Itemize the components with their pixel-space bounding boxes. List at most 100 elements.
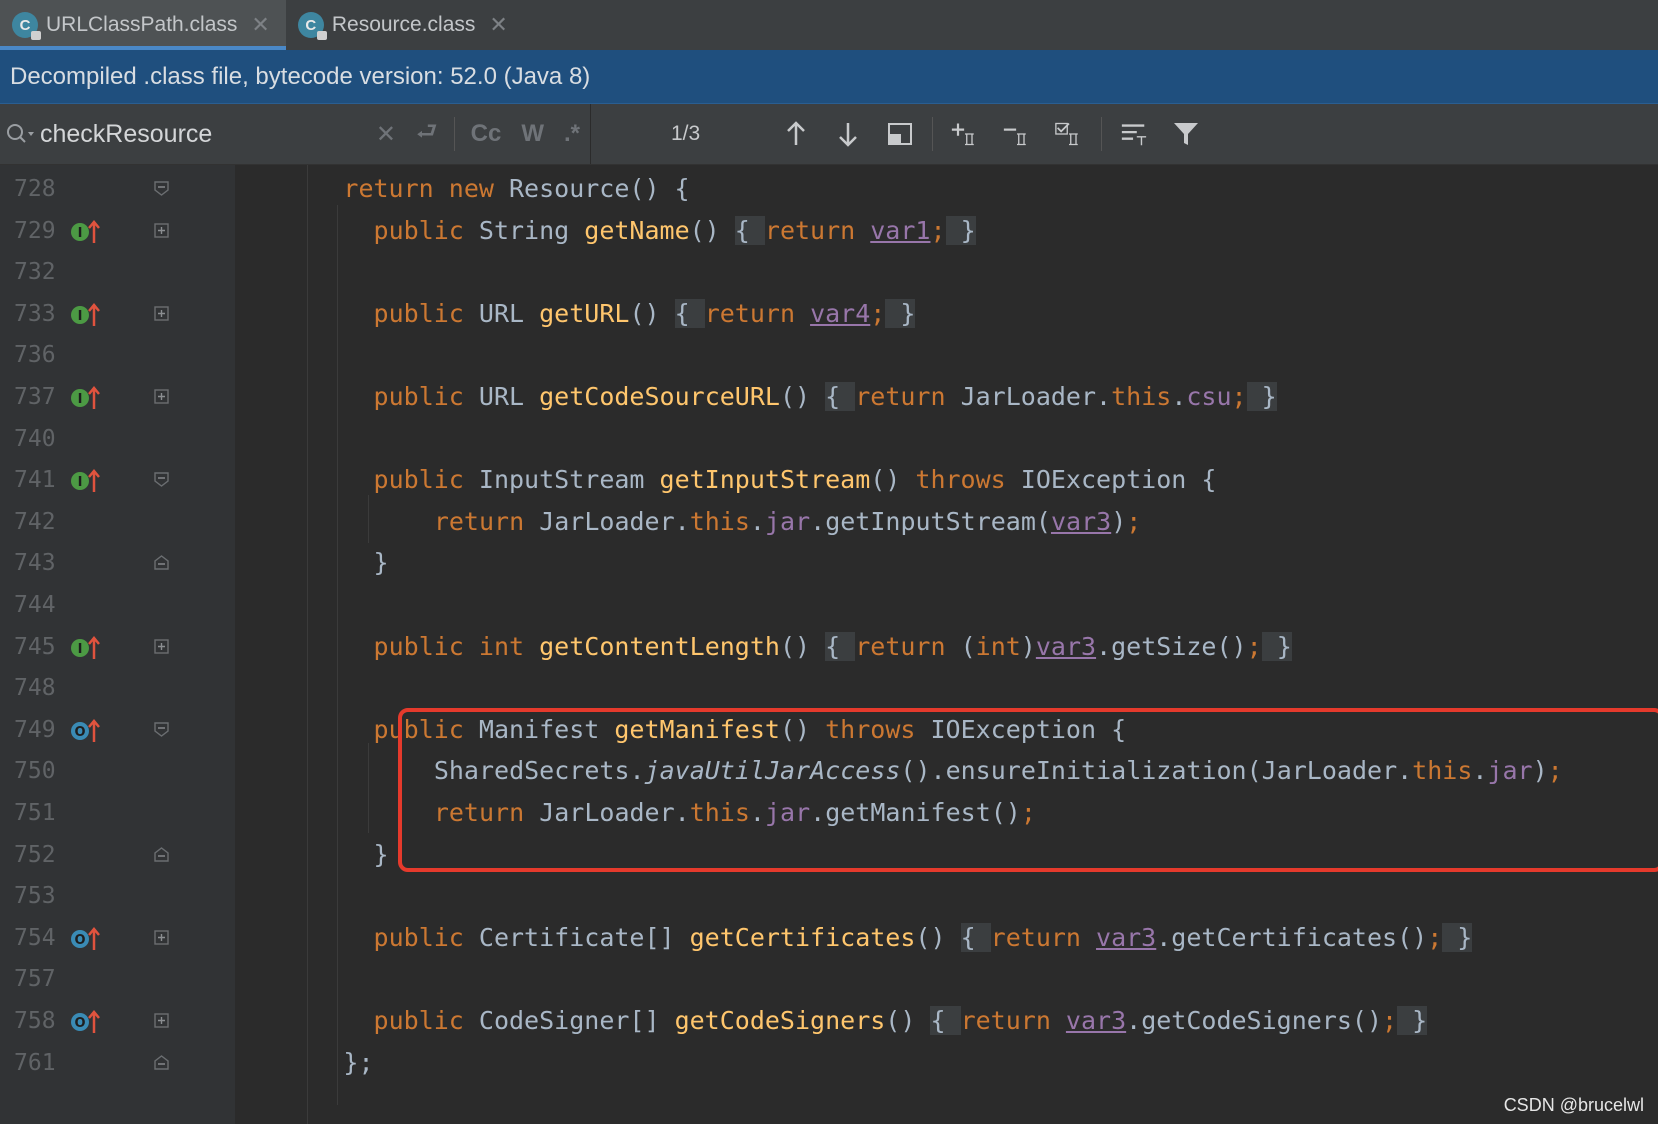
fold-toggle-icon[interactable] [154,1054,169,1070]
code-token: int [975,631,1021,661]
code-token: } [1261,631,1292,661]
match-case-button[interactable]: Cc [471,120,502,148]
fold-toggle-icon[interactable] [154,389,169,404]
code-token: getCodeSourceURL [539,382,780,411]
code-token: getContentLength [539,631,780,661]
svg-text:I: I [78,392,83,407]
code-line[interactable]: 740 [0,417,1658,461]
search-input[interactable]: checkResource [40,120,366,149]
code-token: } [885,298,916,328]
code-token: throws [915,465,1021,495]
code-token: } [1442,922,1473,952]
code-line[interactable]: 761}; [0,1041,1658,1085]
line-number: 733 [14,300,56,327]
remove-occurrence-icon[interactable] [1003,120,1031,148]
code-token: } [1397,1006,1428,1035]
code-line[interactable]: 728 return new Resource() { [0,167,1658,211]
fold-toggle-icon[interactable] [154,1013,169,1028]
code-line[interactable]: 733 Ipublic URL getURL() { return var4; } [0,292,1658,336]
code-line[interactable]: 736 [0,333,1658,377]
code-text: public URL getCodeSourceURL() { return J… [374,375,1277,419]
overrides-method-icon[interactable]: O [70,718,102,744]
arrow-up-icon[interactable] [782,121,810,147]
fold-toggle-icon[interactable] [154,181,169,196]
search-icon[interactable] [0,122,40,146]
code-token: new [448,174,509,203]
code-line[interactable]: 744 [0,583,1658,627]
code-token: return [433,506,540,536]
code-line[interactable]: 757 [0,957,1658,1001]
implements-method-icon[interactable]: I [70,219,102,245]
code-line[interactable]: 745 Ipublic int getContentLength() { retu… [0,625,1658,669]
code-text: public Certificate[] getCertificates() {… [374,916,1473,960]
code-line[interactable]: 732 [0,250,1658,294]
code-line[interactable]: 737 Ipublic URL getCodeSourceURL() { retu… [0,375,1658,419]
code-line[interactable]: 729 Ipublic String getName() { return var… [0,209,1658,253]
code-token: { [825,382,856,411]
code-token: getURL [539,298,630,328]
separator [453,117,455,151]
fold-toggle-icon[interactable] [154,930,169,945]
indent-guide [367,743,369,833]
select-all-icon[interactable] [1055,120,1083,148]
code-line[interactable]: 741 Ipublic InputStream getInputStream() … [0,458,1658,502]
words-button[interactable]: W [521,120,544,148]
overrides-method-icon[interactable]: O [70,1009,102,1035]
regex-button[interactable]: .* [564,120,580,148]
svg-text:I: I [78,309,83,324]
code-token: JarLoader. [539,506,690,536]
fold-toggle-icon[interactable] [154,222,169,238]
code-token: .getSize() [1096,631,1247,661]
code-token: }; [343,1047,374,1077]
fold-toggle-icon[interactable] [154,555,169,571]
code-line[interactable]: 742 return JarLoader.this.jar.getInputStr… [0,500,1658,544]
code-line[interactable]: 758 Opublic CodeSigner[] getCodeSigners()… [0,999,1658,1043]
code-token: var3 [1065,1006,1127,1035]
code-text: return new Resource() { [343,167,689,211]
tab-urlclasspath[interactable]: C URLClassPath.class ✕ [0,0,286,50]
code-token: .getCodeSigners() [1126,1006,1383,1035]
overrides-method-icon[interactable]: O [70,926,102,952]
tab-resource[interactable]: C Resource.class ✕ [286,0,524,50]
implements-method-icon[interactable]: I [70,385,102,411]
new-line-icon[interactable]: ⮐ [416,114,438,155]
indent-guide [307,165,309,1124]
close-icon[interactable]: ✕ [489,12,507,38]
fold-toggle-icon[interactable] [154,306,169,321]
line-number: 736 [14,342,56,369]
line-number: 743 [14,550,56,577]
code-line[interactable]: 753 [0,874,1658,918]
code-token: .getCertificates() [1156,922,1428,952]
fold-toggle-icon[interactable] [154,846,169,862]
code-token: return [855,631,961,661]
code-token: { [960,922,991,952]
implements-method-icon[interactable]: I [70,302,102,328]
filter-search-results-icon[interactable] [1120,121,1148,147]
code-token: . [1171,382,1187,411]
code-token: var3 [1035,631,1097,661]
code-token: csu [1186,382,1232,411]
line-number: 732 [14,259,56,286]
code-line[interactable]: 743} [0,541,1658,585]
arrow-down-icon[interactable] [834,121,862,147]
fold-toggle-icon[interactable] [154,638,169,654]
implements-method-icon[interactable]: I [70,468,102,494]
select-all-occurrences-icon[interactable] [886,122,914,146]
filter-icon[interactable] [1172,121,1200,147]
code-line[interactable]: 748 [0,666,1658,710]
line-number: 742 [14,508,56,535]
line-number: 757 [14,966,56,993]
code-editor[interactable]: 728 return new Resource() {729 Ipublic Str… [0,165,1658,1124]
tab-label: Resource.class [331,13,476,36]
code-line[interactable]: 754 Opublic Certificate[] getCertificates… [0,916,1658,960]
clear-icon[interactable]: ✕ [376,120,396,149]
fold-toggle-icon[interactable] [154,722,169,737]
close-icon[interactable]: ✕ [251,12,269,38]
code-token: () [629,298,675,328]
fold-toggle-icon[interactable] [154,472,169,488]
implements-method-icon[interactable]: I [70,635,102,661]
red-highlight-box [398,708,1658,872]
add-occurrence-icon[interactable] [951,120,979,148]
match-counter: 1/3 [671,122,701,145]
code-token: ; [870,298,886,328]
